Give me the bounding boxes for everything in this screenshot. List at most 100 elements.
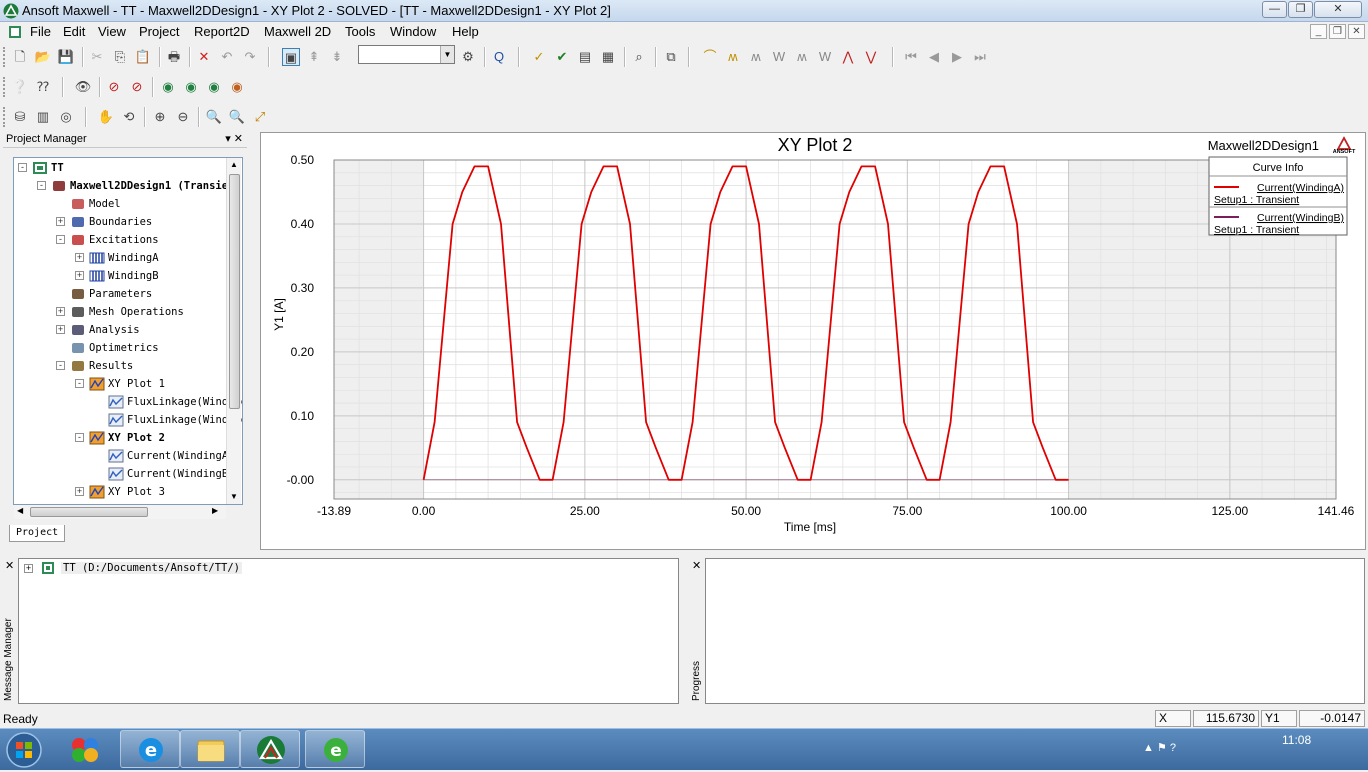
taskbar-app-1[interactable] xyxy=(55,730,115,768)
max-marker-icon[interactable]: ⋀ xyxy=(839,48,857,66)
layers-icon[interactable]: ▥ xyxy=(34,108,52,126)
expand-icon[interactable]: + xyxy=(75,253,84,262)
pan-hand-icon[interactable]: ✋ xyxy=(97,108,115,126)
combo-box[interactable]: ▼ xyxy=(358,45,455,64)
eye-icon[interactable]: 👁 xyxy=(74,78,92,96)
delete-icon[interactable]: ✕ xyxy=(195,48,213,66)
rotate-icon[interactable]: ⟲ xyxy=(120,108,138,126)
paste-icon[interactable]: 📋 xyxy=(134,48,152,66)
curve-3-icon[interactable]: ʍ xyxy=(747,48,765,66)
axis-icon[interactable]: ⤢ xyxy=(251,108,269,126)
marker-icon[interactable]: ⧉ xyxy=(662,48,680,66)
context-help-icon[interactable]: ⁇ xyxy=(34,78,52,96)
expand-icon[interactable]: + xyxy=(75,271,84,280)
tree-horizontal-scrollbar[interactable]: ◀ ▶ xyxy=(14,505,226,519)
select-icon[interactable]: ▣ xyxy=(282,48,300,66)
redo-icon[interactable]: ↷ xyxy=(241,48,259,66)
taskbar-maxwell[interactable] xyxy=(240,730,300,768)
show-other-icon[interactable]: ◉ xyxy=(228,78,246,96)
minimize-button[interactable]: — xyxy=(1262,1,1287,18)
collapse-icon[interactable]: - xyxy=(37,181,46,190)
scroll-thumb[interactable] xyxy=(30,507,148,517)
menu-edit[interactable]: Edit xyxy=(63,24,85,39)
measure-icon[interactable]: ◎ xyxy=(57,108,75,126)
toolbar-grip[interactable] xyxy=(3,77,6,97)
hide-icon[interactable]: ⊘ xyxy=(105,78,123,96)
expand-icon[interactable]: + xyxy=(75,487,84,496)
show-icon[interactable]: ◉ xyxy=(159,78,177,96)
panel-options-icon[interactable]: ▾ ✕ xyxy=(225,132,243,147)
tab-project[interactable]: Project xyxy=(9,525,65,542)
curve-5-icon[interactable]: ʍ xyxy=(793,48,811,66)
copy-icon[interactable]: ⎘ xyxy=(111,48,129,66)
fit-all-icon[interactable]: 🔍 xyxy=(228,108,246,126)
menu-window[interactable]: Window xyxy=(390,24,436,39)
cut-icon[interactable]: ✂ xyxy=(88,48,106,66)
menu-maxwell2d[interactable]: Maxwell 2D xyxy=(264,24,331,39)
min-marker-icon[interactable]: ⋁ xyxy=(862,48,880,66)
next-icon[interactable]: ▶ xyxy=(948,48,966,66)
chevron-down-icon[interactable]: ▼ xyxy=(440,46,454,63)
move-down-icon[interactable]: ⇟ xyxy=(328,48,346,66)
document-icon[interactable] xyxy=(8,25,22,39)
tray-icons[interactable]: ▲ ⚑ ? xyxy=(1143,741,1176,754)
scroll-right-icon[interactable]: ▶ xyxy=(212,506,218,515)
scroll-left-icon[interactable]: ◀ xyxy=(17,506,23,515)
curve-2-icon[interactable]: ʍ xyxy=(724,48,742,66)
toolbar-grip[interactable] xyxy=(3,107,6,127)
taskbar-ie[interactable]: e xyxy=(120,730,180,768)
hide-all-icon[interactable]: ⊘ xyxy=(128,78,146,96)
mdi-restore-button[interactable]: ❐ xyxy=(1329,24,1346,39)
curve-1-icon[interactable]: ⌒ xyxy=(701,48,719,66)
start-button[interactable] xyxy=(3,731,45,769)
collapse-icon[interactable]: - xyxy=(56,235,65,244)
expand-icon[interactable]: + xyxy=(56,217,65,226)
curve-6-icon[interactable]: W xyxy=(816,48,834,66)
print-icon[interactable]: 🖶 xyxy=(165,48,183,66)
collapse-icon[interactable]: - xyxy=(75,433,84,442)
save-icon[interactable]: 💾 xyxy=(57,48,75,66)
expand-icon[interactable]: + xyxy=(56,307,65,316)
collapse-icon[interactable]: - xyxy=(75,379,84,388)
menu-report2d[interactable]: Report2D xyxy=(194,24,250,39)
zoom-out-icon[interactable]: ⊖ xyxy=(174,108,192,126)
toolbar-grip[interactable] xyxy=(3,47,6,67)
open-folder-icon[interactable]: 📂 xyxy=(34,48,52,66)
collapse-icon[interactable]: - xyxy=(56,361,65,370)
validate-icon[interactable]: ✓ xyxy=(530,48,548,66)
close-button[interactable]: ✕ xyxy=(1314,1,1362,18)
menu-help[interactable]: Help xyxy=(452,24,479,39)
scroll-thumb[interactable] xyxy=(229,174,240,409)
tree-vertical-scrollbar[interactable]: ▲ ▼ xyxy=(226,158,241,504)
new-file-icon[interactable]: 🗋 xyxy=(11,48,29,66)
xy-plot-svg[interactable]: XY Plot 2 Maxwell2DDesign1 ANSOFT -13.89 0.0… xyxy=(261,133,1365,549)
help-icon[interactable]: ❔ xyxy=(11,78,29,96)
undo-icon[interactable]: ↶ xyxy=(218,48,236,66)
first-icon[interactable]: ⏮ xyxy=(902,48,920,66)
properties-icon[interactable]: ⚙ xyxy=(459,48,477,66)
expand-icon[interactable]: + xyxy=(24,564,33,573)
taskbar-app-5[interactable]: e xyxy=(305,730,365,768)
zoom-area-icon[interactable]: 🔍 xyxy=(205,108,223,126)
mdi-minimize-button[interactable]: _ xyxy=(1310,24,1327,39)
collapse-icon[interactable]: - xyxy=(18,163,27,172)
show-all-icon[interactable]: ◉ xyxy=(182,78,200,96)
scroll-up-icon[interactable]: ▲ xyxy=(230,160,238,169)
menu-view[interactable]: View xyxy=(98,24,126,39)
last-icon[interactable]: ⏭ xyxy=(971,48,989,66)
menu-project[interactable]: Project xyxy=(139,24,179,39)
clock[interactable]: 11:08 xyxy=(1282,733,1311,747)
close-icon[interactable]: ✕ xyxy=(5,559,14,572)
report-icon[interactable]: ▦ xyxy=(599,48,617,66)
query-icon[interactable]: Q xyxy=(490,48,508,66)
taskbar-explorer[interactable] xyxy=(180,730,240,768)
results-icon[interactable]: ▤ xyxy=(576,48,594,66)
curve-4-icon[interactable]: W xyxy=(770,48,788,66)
binoculars-icon[interactable]: ⛁ xyxy=(11,108,29,126)
maximize-button[interactable]: ❐ xyxy=(1288,1,1313,18)
analyze-icon[interactable]: ✔ xyxy=(553,48,571,66)
menu-file[interactable]: File xyxy=(30,24,51,39)
mdi-close-button[interactable]: ✕ xyxy=(1348,24,1365,39)
previous-icon[interactable]: ◀ xyxy=(925,48,943,66)
fields-icon[interactable]: ⌕ xyxy=(630,48,648,66)
